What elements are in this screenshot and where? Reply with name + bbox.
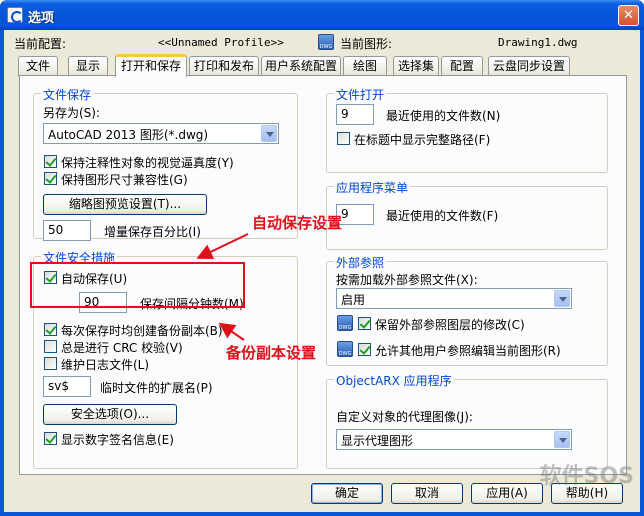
temp-extension-label: 临时文件的扩展名(P): [100, 381, 213, 395]
watermark-text: 软件SOS: [539, 464, 634, 489]
save-as-label: 另存为(S):: [43, 106, 101, 120]
demand-load-label: 按需加载外部参照文件(X):: [336, 273, 478, 287]
objectarx-group: ObjectARX 应用程序 自定义对象的代理图像(J): 显示代理图形: [326, 372, 608, 469]
keep-size-checkbox[interactable]: [44, 172, 57, 185]
full-path-label: 在标题中显示完整路径(F): [354, 133, 491, 147]
tab-open-and-save[interactable]: 打开和保存: [115, 54, 187, 77]
tab-selection[interactable]: 选择集: [393, 56, 439, 76]
digital-signature-label: 显示数字签名信息(E): [61, 433, 174, 447]
tab-cloud-sync[interactable]: 云盘同步设置: [488, 56, 570, 76]
retain-xref-changes-checkbox[interactable]: [358, 317, 371, 330]
options-window: 选项 ✕ 当前配置: <<Unnamed Profile>> 当前图形: Dra…: [0, 0, 644, 516]
app-menu-recent-label: 最近使用的文件数(F): [386, 209, 499, 223]
save-as-select[interactable]: AutoCAD 2013 图形(*.dwg): [43, 123, 279, 144]
autosave-highlight-box: [30, 262, 245, 308]
recent-files-input[interactable]: 9: [336, 104, 374, 125]
tab-profiles[interactable]: 配置: [441, 56, 483, 76]
proxy-image-label: 自定义对象的代理图像(J):: [336, 410, 473, 424]
tab-user-preferences[interactable]: 用户系统配置: [261, 56, 341, 76]
thumbnail-settings-button[interactable]: 缩略图预览设置(T)...: [43, 194, 207, 215]
app-menu-group: 应用程序菜单 9 最近使用的文件数(F): [326, 179, 608, 250]
save-as-value: AutoCAD 2013 图形(*.dwg): [48, 128, 209, 142]
app-menu-title: 应用程序菜单: [334, 179, 411, 196]
objectarx-title: ObjectARX 应用程序: [334, 372, 454, 389]
backup-annotation: 备份副本设置: [226, 344, 317, 362]
title-bar[interactable]: 选项 ✕: [0, 0, 644, 30]
close-button[interactable]: ✕: [618, 5, 639, 26]
backup-copy-label: 每次保存时均创建备份副本(B): [61, 324, 223, 338]
tab-plot-and-publish[interactable]: 打印和发布: [189, 56, 259, 76]
log-file-checkbox[interactable]: [44, 357, 57, 370]
file-open-title: 文件打开: [334, 86, 387, 103]
chevron-down-icon[interactable]: [554, 431, 570, 448]
current-drawing-label: 当前图形:: [340, 37, 393, 51]
backup-copy-checkbox[interactable]: [44, 323, 57, 336]
demand-load-value: 启用: [341, 293, 366, 307]
apply-button[interactable]: 应用(A): [471, 483, 543, 504]
allow-ref-edit-checkbox[interactable]: [358, 343, 371, 356]
log-file-label: 维护日志文件(L): [61, 358, 150, 372]
drawing-file-icon: [318, 34, 334, 50]
chevron-down-icon[interactable]: [554, 290, 570, 307]
demand-load-select[interactable]: 启用: [336, 288, 572, 309]
chevron-down-icon[interactable]: [261, 125, 277, 142]
keep-size-label: 保持图形尺寸兼容性(G): [61, 173, 188, 187]
recent-files-label: 最近使用的文件数(N): [386, 109, 501, 123]
xref-group: 外部参照 按需加载外部参照文件(X): 启用 保留外部参照图层的修改(C) 允许…: [326, 254, 608, 366]
digital-signature-checkbox[interactable]: [44, 432, 57, 445]
security-options-button[interactable]: 安全选项(O)...: [43, 404, 177, 425]
tab-display[interactable]: 显示: [68, 56, 108, 76]
file-open-group: 文件打开 9 最近使用的文件数(N) 在标题中显示完整路径(F): [326, 86, 608, 173]
autosave-annotation: 自动保存设置: [252, 214, 343, 232]
current-profile-value: <<Unnamed Profile>>: [158, 36, 284, 49]
retain-xref-changes-label: 保留外部参照图层的修改(C): [375, 318, 525, 332]
crc-checkbox[interactable]: [44, 340, 57, 353]
incremental-save-label: 增量保存百分比(I): [104, 225, 201, 239]
file-save-title: 文件保存: [41, 86, 94, 103]
current-drawing-value: Drawing1.dwg: [498, 36, 578, 49]
tab-files[interactable]: 文件: [18, 56, 58, 76]
proxy-image-select[interactable]: 显示代理图形: [336, 429, 572, 450]
drawing-setting-icon: [337, 315, 353, 331]
keep-annotative-label: 保持注释性对象的视觉逼真度(Y): [61, 156, 234, 170]
current-profile-label: 当前配置:: [14, 37, 67, 51]
autocad-app-icon: [7, 7, 23, 23]
proxy-image-value: 显示代理图形: [341, 434, 414, 448]
drawing-setting-icon: [337, 341, 353, 357]
tab-drafting[interactable]: 绘图: [343, 56, 387, 76]
xref-title: 外部参照: [334, 254, 387, 271]
ok-button[interactable]: 确定: [311, 483, 383, 504]
temp-extension-input[interactable]: sv$: [43, 376, 91, 397]
incremental-save-input[interactable]: 50: [43, 220, 91, 241]
allow-ref-edit-label: 允许其他用户参照编辑当前图形(R): [375, 344, 561, 358]
crc-label: 总是进行 CRC 校验(V): [61, 341, 183, 355]
cancel-button[interactable]: 取消: [391, 483, 463, 504]
keep-annotative-checkbox[interactable]: [44, 155, 57, 168]
window-title: 选项: [28, 11, 55, 26]
full-path-checkbox[interactable]: [337, 132, 350, 145]
